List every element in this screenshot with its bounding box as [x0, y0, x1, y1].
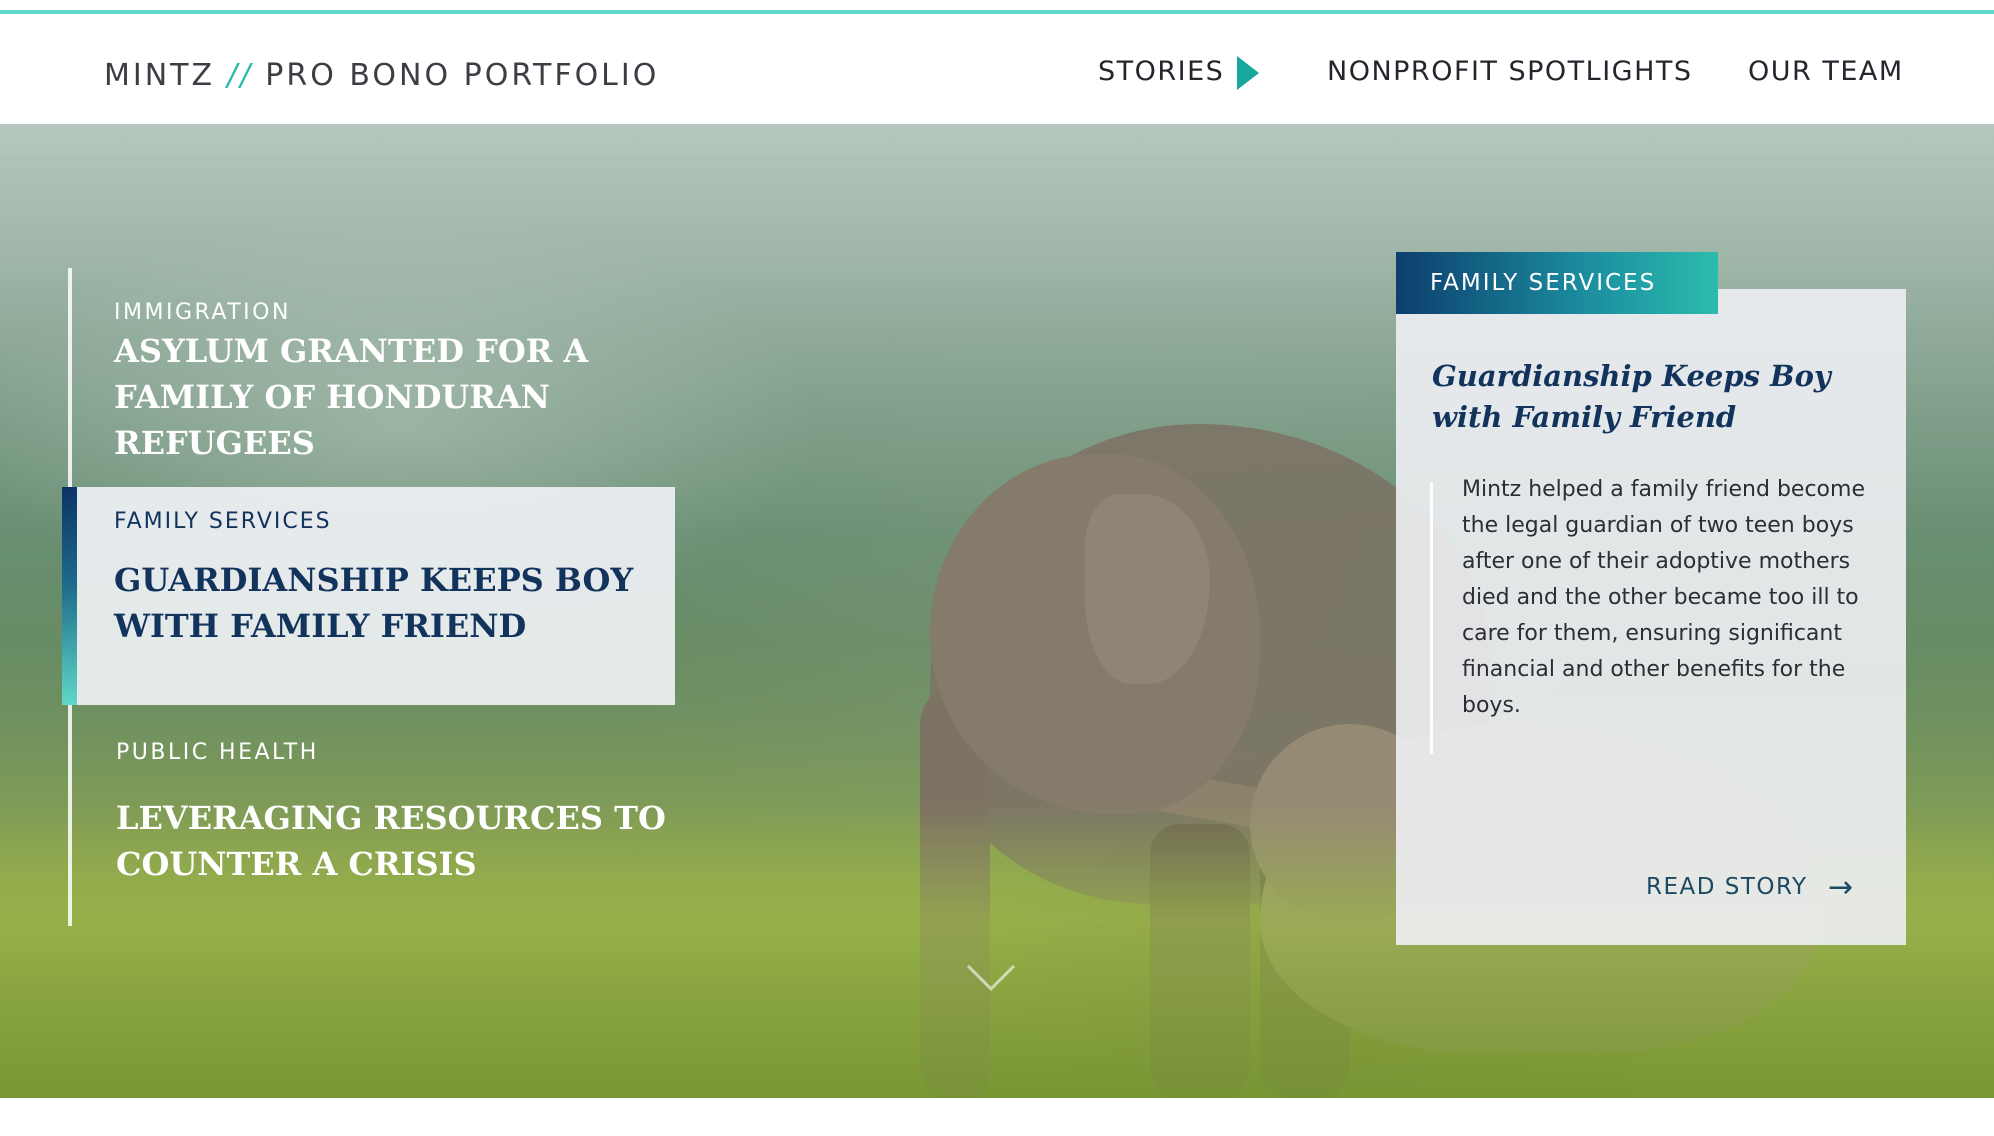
nav-stories[interactable]: STORIES — [1098, 56, 1224, 96]
card-title: Guardianship Keeps Boy with Family Frien… — [1432, 359, 1831, 434]
card-tag-label: FAMILY SERVICES — [1430, 270, 1657, 296]
brand-logo[interactable]: MINTZ // PRO BONO PORTFOLIO — [104, 58, 659, 93]
story-category: FAMILY SERVICES — [114, 509, 332, 534]
card-body-text: Mintz helped a family friend become the … — [1462, 477, 1865, 718]
nav-nonprofit-spotlights[interactable]: NONPROFIT SPOTLIGHTS — [1327, 56, 1693, 96]
nav-our-team[interactable]: OUR TEAM — [1748, 56, 1904, 96]
brand-name: MINTZ — [104, 58, 216, 93]
card-category-tag: FAMILY SERVICES — [1396, 252, 1718, 314]
read-story-link[interactable]: READ STORY — [1646, 874, 1808, 900]
story-title: GUARDIANSHIP KEEPS BOY WITH FAMILY FRIEN… — [114, 561, 634, 645]
triangle-right-icon — [1237, 56, 1259, 90]
story-title: LEVERAGING RESOURCES TO COUNTER A CRISIS — [116, 799, 666, 883]
story-category: IMMIGRATION — [114, 300, 291, 325]
card-body-rule — [1430, 482, 1433, 754]
brand-separator: // — [227, 58, 254, 93]
brand-subtitle: PRO BONO PORTFOLIO — [265, 58, 660, 93]
page-bottom-strip — [0, 1098, 1994, 1136]
story-title: ASYLUM GRANTED FOR A FAMILY OF HONDURAN … — [114, 332, 589, 462]
active-story-indicator — [62, 487, 77, 705]
story-item-family-services-active[interactable]: FAMILY SERVICES GUARDIANSHIP KEEPS BOY W… — [62, 487, 675, 705]
site-header: MINTZ // PRO BONO PORTFOLIO — [0, 14, 1994, 124]
arrow-right-icon[interactable]: → — [1828, 870, 1853, 905]
story-category: PUBLIC HEALTH — [116, 740, 319, 765]
